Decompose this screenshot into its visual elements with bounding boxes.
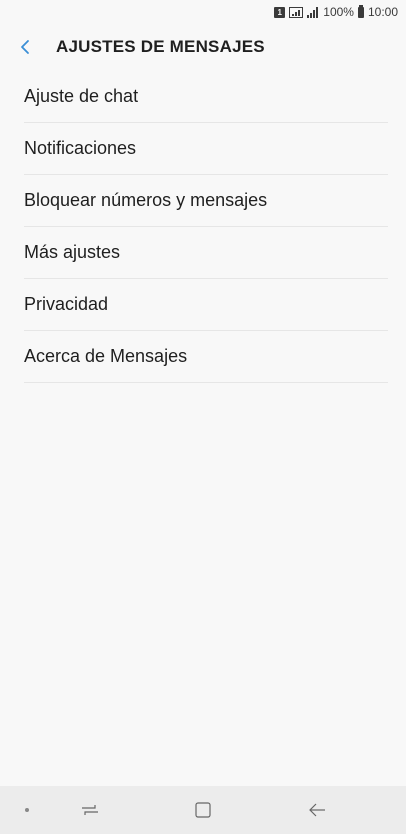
battery-icon bbox=[357, 4, 364, 18]
back-button[interactable] bbox=[0, 24, 50, 70]
cell-signal-icon bbox=[307, 6, 319, 18]
settings-item-block-numbers[interactable]: Bloquear números y mensajes bbox=[24, 175, 388, 227]
home-button[interactable] bbox=[188, 796, 218, 824]
page-title: AJUSTES DE MENSAJES bbox=[56, 37, 265, 56]
nav-hint-dot bbox=[25, 808, 29, 812]
navigation-bar bbox=[0, 786, 406, 834]
home-icon bbox=[195, 802, 211, 818]
settings-item-more-settings[interactable]: Más ajustes bbox=[24, 227, 388, 279]
app-header: AJUSTES DE MENSAJES bbox=[0, 24, 406, 70]
recent-apps-button[interactable] bbox=[75, 796, 105, 824]
settings-item-notifications[interactable]: Notificaciones bbox=[24, 123, 388, 175]
back-nav-button[interactable] bbox=[302, 796, 332, 824]
chevron-left-icon bbox=[21, 40, 29, 54]
back-arrow-icon bbox=[309, 803, 325, 817]
recent-apps-icon bbox=[82, 805, 98, 815]
wifi-signal-icon bbox=[289, 6, 304, 18]
settings-item-about[interactable]: Acerca de Mensajes bbox=[24, 331, 388, 383]
settings-item-privacy[interactable]: Privacidad bbox=[24, 279, 388, 331]
sim-card-icon: 1 bbox=[274, 6, 286, 18]
settings-list: Ajuste de chat Notificaciones Bloquear n… bbox=[0, 71, 406, 383]
clock: 10:00 bbox=[367, 5, 398, 19]
settings-item-chat[interactable]: Ajuste de chat bbox=[24, 71, 388, 123]
status-bar: 1 100% 10:00 bbox=[0, 0, 406, 24]
battery-percent: 100% bbox=[323, 5, 354, 19]
screen: 1 100% 10:00 AJUSTES DE MENSAJES Ajuste … bbox=[0, 0, 406, 834]
